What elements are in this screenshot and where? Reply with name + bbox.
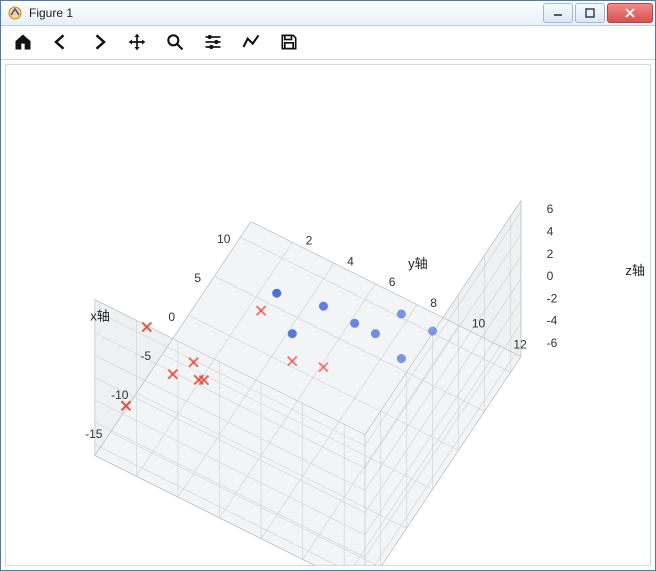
svg-text:10: 10 bbox=[472, 317, 486, 331]
svg-text:0: 0 bbox=[168, 310, 175, 324]
svg-text:-6: -6 bbox=[547, 336, 558, 350]
minimize-button[interactable] bbox=[543, 3, 573, 23]
app-window: Figure 1 -15 -10 bbox=[0, 0, 656, 571]
svg-text:2: 2 bbox=[306, 234, 313, 248]
svg-text:12: 12 bbox=[513, 337, 527, 351]
close-button[interactable] bbox=[607, 3, 653, 23]
axis-edit-icon[interactable] bbox=[237, 28, 265, 56]
svg-text:x轴: x轴 bbox=[90, 308, 110, 323]
svg-text:8: 8 bbox=[430, 296, 437, 310]
toolbar bbox=[1, 26, 655, 60]
svg-text:5: 5 bbox=[194, 271, 201, 285]
svg-text:6: 6 bbox=[389, 275, 396, 289]
svg-text:4: 4 bbox=[347, 254, 354, 268]
pan-icon[interactable] bbox=[123, 28, 151, 56]
app-icon bbox=[7, 5, 23, 21]
svg-text:-4: -4 bbox=[547, 314, 558, 328]
subplots-icon[interactable] bbox=[199, 28, 227, 56]
svg-text:0: 0 bbox=[547, 269, 554, 283]
save-icon[interactable] bbox=[275, 28, 303, 56]
svg-text:4: 4 bbox=[547, 224, 554, 238]
svg-text:2: 2 bbox=[547, 247, 554, 261]
plot-area[interactable]: -15 -10 -5 0 5 10 2 4 6 8 10 12 -6 -4 -2 0 2 4 6 x轴 y轴 z轴 bbox=[5, 64, 651, 566]
svg-text:-2: -2 bbox=[547, 291, 558, 305]
window-title: Figure 1 bbox=[29, 6, 541, 20]
svg-text:-5: -5 bbox=[140, 349, 151, 363]
svg-text:y轴: y轴 bbox=[408, 256, 428, 271]
titlebar: Figure 1 bbox=[1, 1, 655, 26]
maximize-button[interactable] bbox=[575, 3, 605, 23]
svg-text:-10: -10 bbox=[111, 388, 129, 402]
scatter-3d-plot[interactable]: -15 -10 -5 0 5 10 2 4 6 8 10 12 -6 -4 -2 0 2 4 6 x轴 y轴 z轴 bbox=[6, 65, 650, 565]
zoom-icon[interactable] bbox=[161, 28, 189, 56]
svg-text:-15: -15 bbox=[85, 427, 103, 441]
window-buttons bbox=[541, 3, 653, 23]
back-icon[interactable] bbox=[47, 28, 75, 56]
svg-text:6: 6 bbox=[547, 202, 554, 216]
svg-text:z轴: z轴 bbox=[625, 263, 645, 278]
forward-icon[interactable] bbox=[85, 28, 113, 56]
home-icon[interactable] bbox=[9, 28, 37, 56]
svg-text:10: 10 bbox=[217, 232, 231, 246]
